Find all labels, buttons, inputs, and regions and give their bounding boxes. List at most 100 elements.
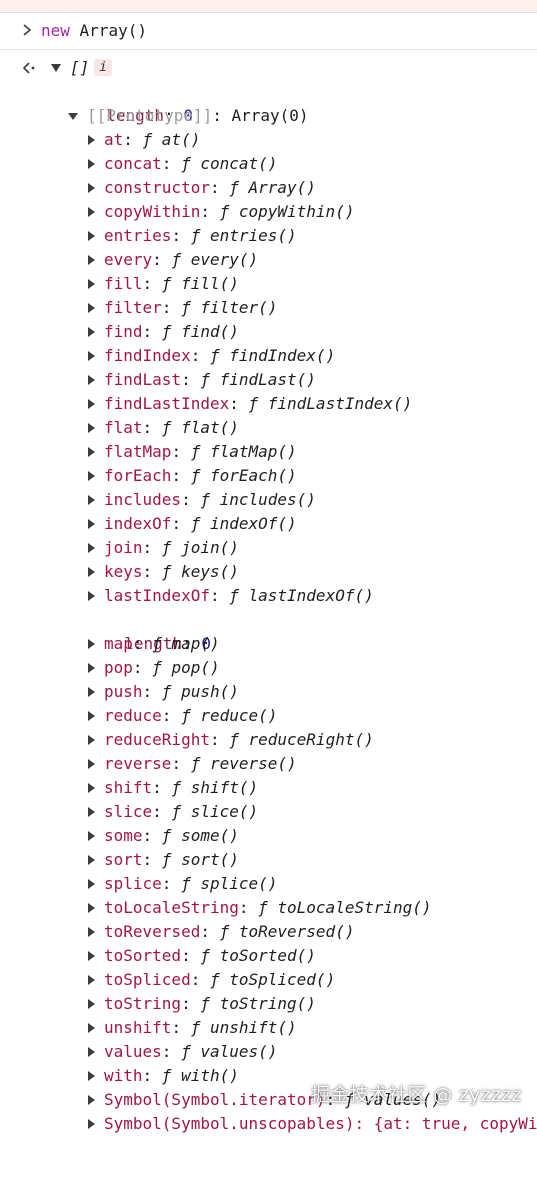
method-key: splice [104, 874, 162, 893]
method-signature: slice() [190, 802, 259, 821]
triangle-right-icon[interactable] [88, 951, 95, 961]
triangle-right-icon[interactable] [88, 135, 95, 145]
triangle-right-icon[interactable] [88, 1023, 95, 1033]
triangle-right-icon[interactable] [88, 1071, 95, 1081]
triangle-right-icon[interactable] [88, 831, 95, 841]
function-f-icon: ƒ [190, 754, 210, 773]
triangle-right-icon[interactable] [88, 207, 95, 217]
method-key: findLastIndex [104, 394, 230, 413]
method-signature: keys() [181, 562, 239, 581]
array-preview[interactable]: [] [70, 56, 89, 80]
triangle-right-icon[interactable] [88, 999, 95, 1009]
method-signature: lastIndexOf() [248, 586, 374, 605]
method-signature: fill() [181, 274, 239, 293]
method-signature: some() [181, 826, 239, 845]
triangle-right-icon[interactable] [88, 543, 95, 553]
triangle-right-icon[interactable] [88, 687, 95, 697]
method-key: flat [104, 418, 143, 437]
triangle-right-icon[interactable] [88, 327, 95, 337]
method-signature: findLast() [219, 370, 316, 389]
method-key: toSorted [104, 946, 182, 965]
triangle-down-icon[interactable] [50, 63, 62, 73]
method-signature: flatMap() [209, 442, 297, 461]
triangle-right-icon[interactable] [88, 807, 95, 817]
function-f-icon: ƒ [209, 970, 230, 989]
triangle-right-icon[interactable] [88, 423, 95, 433]
triangle-right-icon[interactable] [88, 567, 95, 577]
triangle-right-icon[interactable] [88, 783, 95, 793]
triangle-right-icon[interactable] [88, 303, 95, 313]
method-signature: toReversed() [238, 922, 355, 941]
command-keyword: new [41, 21, 70, 40]
triangle-right-icon[interactable] [88, 399, 95, 409]
triangle-right-icon[interactable] [88, 159, 95, 169]
triangle-right-icon[interactable] [88, 1095, 95, 1105]
triangle-right-icon[interactable] [88, 1047, 95, 1057]
method-signature: splice() [200, 874, 278, 893]
method-key: toSpliced [104, 970, 191, 989]
method-key: copyWithin [104, 202, 201, 221]
function-f-icon: ƒ [161, 322, 182, 341]
triangle-right-icon[interactable] [88, 879, 95, 889]
triangle-right-icon[interactable] [88, 375, 95, 385]
triangle-right-icon[interactable] [88, 471, 95, 481]
triangle-right-icon[interactable] [88, 231, 95, 241]
triangle-right-icon[interactable] [88, 1119, 95, 1129]
error-message-bar [0, 0, 537, 13]
method-signature: reverse() [209, 754, 297, 773]
return-arrow-icon [22, 62, 35, 74]
triangle-right-icon[interactable] [88, 735, 95, 745]
triangle-right-icon[interactable] [88, 183, 95, 193]
function-f-icon: ƒ [190, 466, 210, 485]
length-property-row: length: 0 [106, 106, 193, 125]
function-f-icon: ƒ [181, 706, 201, 725]
triangle-right-icon[interactable] [88, 351, 95, 361]
triangle-right-icon[interactable] [88, 711, 95, 721]
triangle-right-icon[interactable] [88, 759, 95, 769]
method-signature: filter() [200, 298, 278, 317]
method-signature: findLastIndex() [267, 394, 413, 413]
method-signature: toSpliced() [229, 970, 336, 989]
method-signature: values() [200, 1042, 278, 1061]
method-key: Symbol(Symbol.iterator) [104, 1090, 326, 1109]
triangle-right-icon[interactable] [88, 639, 95, 649]
function-f-icon: ƒ [171, 802, 191, 821]
prototype-length-row: length: 0 [124, 634, 211, 653]
triangle-right-icon[interactable] [88, 447, 95, 457]
triangle-right-icon[interactable] [88, 903, 95, 913]
triangle-right-icon[interactable] [88, 927, 95, 937]
method-signature: shift() [190, 778, 259, 797]
method-key: some [104, 826, 143, 845]
triangle-right-icon[interactable] [88, 591, 95, 601]
prototype-row[interactable]: [[Prototype]]: Array(0) [68, 104, 309, 128]
triangle-right-icon[interactable] [88, 279, 95, 289]
method-signature: indexOf() [209, 514, 297, 533]
symbol-unscopables-row[interactable]: Symbol(Symbol.unscopables): {at: true, c… [88, 1112, 537, 1136]
triangle-right-icon[interactable] [88, 255, 95, 265]
command-rest: Array() [69, 21, 147, 40]
console-result-row: [] i [0, 56, 537, 80]
triangle-right-icon[interactable] [88, 519, 95, 529]
function-f-icon: ƒ [181, 1042, 201, 1061]
method-key: with [104, 1066, 143, 1085]
method-signature: pop() [171, 658, 220, 677]
method-key: shift [104, 778, 153, 797]
chevron-right-icon [23, 24, 32, 36]
method-signature: forEach() [209, 466, 297, 485]
triangle-right-icon[interactable] [88, 663, 95, 673]
function-f-icon: ƒ [200, 370, 220, 389]
function-f-icon: ƒ [190, 1018, 210, 1037]
console-input-row: new Array() [0, 13, 537, 50]
triangle-right-icon[interactable] [88, 975, 95, 985]
function-f-icon: ƒ [161, 1066, 182, 1085]
method-key: includes [104, 490, 182, 509]
console-command[interactable]: new Array() [41, 21, 147, 41]
triangle-right-icon[interactable] [88, 495, 95, 505]
info-badge[interactable]: i [94, 59, 112, 76]
method-signature: Array() [248, 178, 316, 197]
triangle-right-icon[interactable] [88, 855, 95, 865]
triangle-down-icon[interactable] [68, 113, 78, 120]
method-signature: at() [161, 130, 201, 149]
method-key: findIndex [104, 346, 191, 365]
method-key: concat [104, 154, 162, 173]
